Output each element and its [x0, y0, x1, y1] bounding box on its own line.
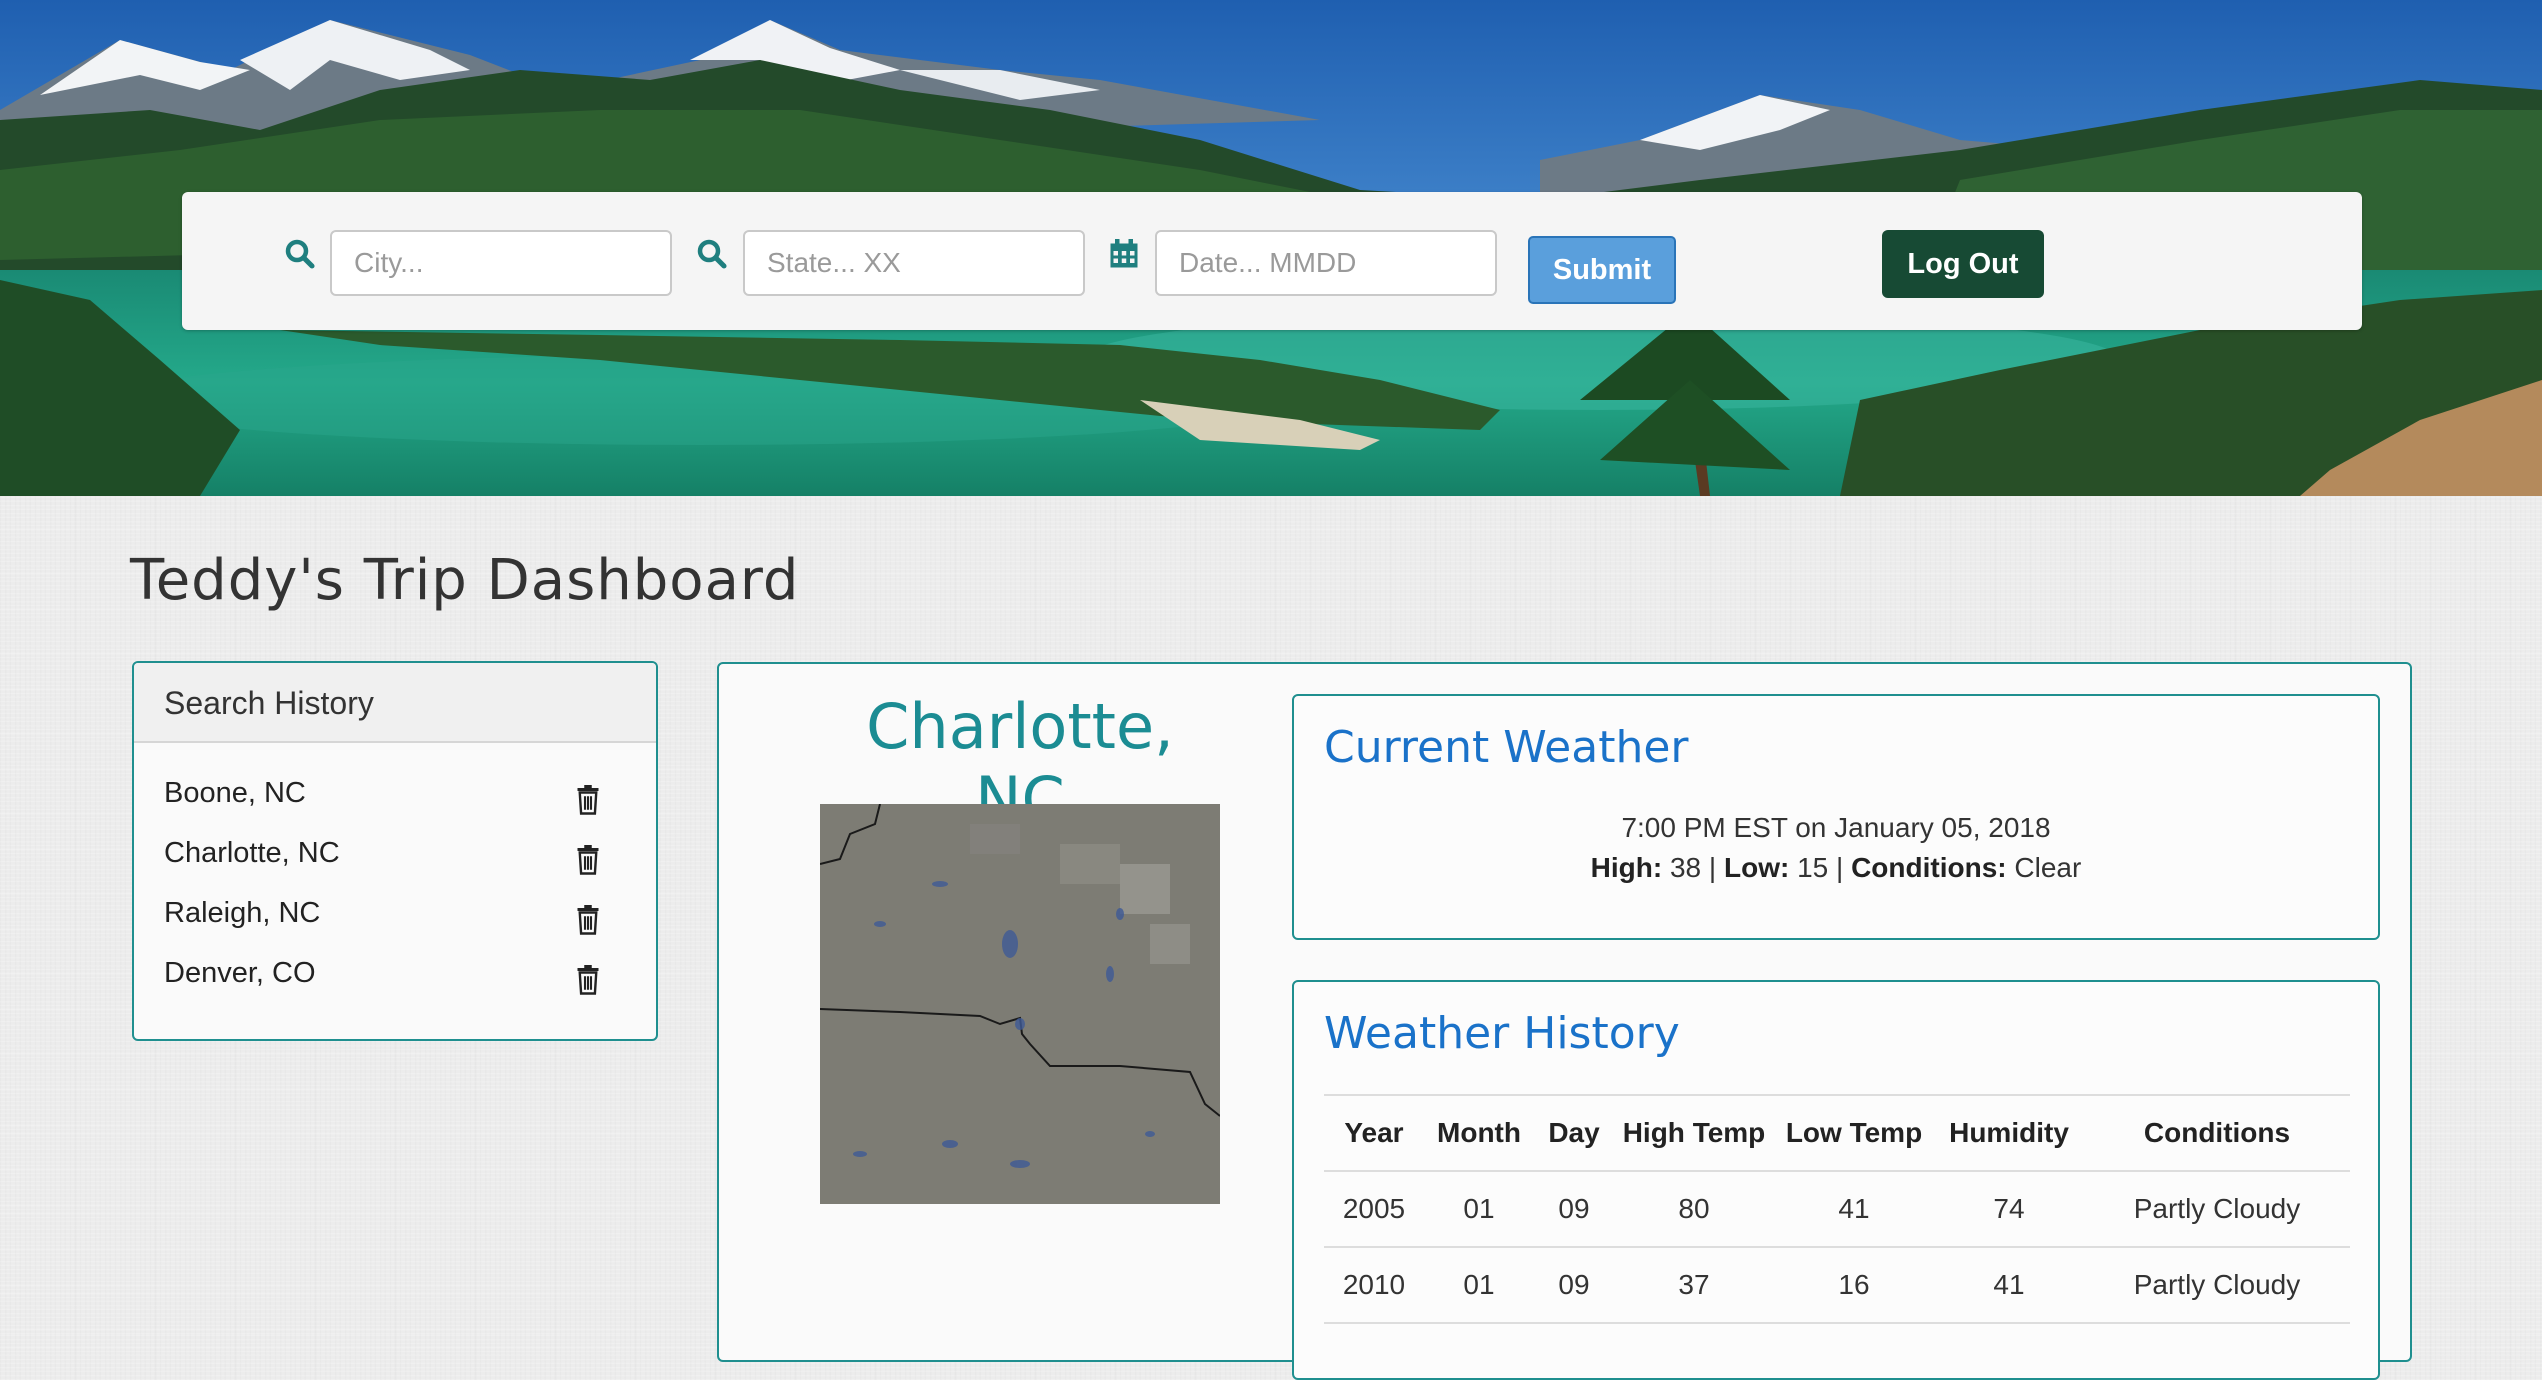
history-item-label[interactable]: Boone, NC [164, 777, 306, 810]
table-cell: 41 [1774, 1171, 1934, 1248]
table-cell: 01 [1424, 1247, 1534, 1324]
table-cell: 09 [1534, 1247, 1614, 1324]
current-weather-summary: High: 38 | Low: 15 | Conditions: Clear [1294, 852, 2378, 884]
search-icon [697, 239, 727, 269]
separator: | [1836, 852, 1844, 883]
history-item[interactable]: Boone, NC [164, 773, 624, 821]
column-header: Humidity [1934, 1094, 2084, 1172]
search-history-panel: Search History Boone, NC Charlotte, NC R… [132, 661, 658, 1041]
weather-history-table: Year Month Day High Temp Low Temp Humidi… [1324, 1094, 2350, 1324]
weather-history-title: Weather History [1324, 1008, 1680, 1059]
low-label: Low: [1723, 852, 1790, 883]
search-history-title: Search History [164, 685, 374, 721]
table-header-row: Year Month Day High Temp Low Temp Humidi… [1324, 1094, 2350, 1172]
table-cell: 80 [1614, 1171, 1774, 1248]
table-cell: 01 [1424, 1171, 1534, 1248]
date-input[interactable] [1155, 230, 1497, 296]
weather-history-card: Weather History Year Month Day High Temp… [1292, 980, 2380, 1380]
history-item[interactable]: Denver, CO [164, 953, 624, 1001]
current-weather-timestamp: 7:00 PM EST on January 05, 2018 [1621, 812, 2051, 843]
trash-icon[interactable] [576, 845, 600, 875]
history-item-label[interactable]: Raleigh, NC [164, 897, 320, 930]
column-header: Conditions [2084, 1094, 2350, 1172]
table-cell: 2005 [1324, 1171, 1424, 1248]
conditions-label: Conditions: [1851, 852, 2007, 883]
column-header: Year [1324, 1094, 1424, 1172]
table-cell: 74 [1934, 1171, 2084, 1248]
table-cell: 37 [1614, 1247, 1774, 1324]
hero-banner: Submit Log Out [0, 0, 2542, 496]
column-header: Low Temp [1774, 1094, 1934, 1172]
table-cell: 2010 [1324, 1247, 1424, 1324]
history-item[interactable]: Charlotte, NC [164, 833, 624, 881]
high-value: 38 [1669, 852, 1702, 883]
search-history-header: Search History [134, 663, 656, 743]
state-input[interactable] [743, 230, 1085, 296]
submit-button[interactable]: Submit [1528, 236, 1676, 304]
trash-icon[interactable] [576, 785, 600, 815]
column-header: High Temp [1614, 1094, 1774, 1172]
calendar-icon [1110, 239, 1138, 268]
table-row: 2010 01 09 37 16 41 Partly Cloudy [1324, 1247, 2350, 1324]
history-item-label[interactable]: Denver, CO [164, 957, 316, 990]
history-item[interactable]: Raleigh, NC [164, 893, 624, 941]
table-row: 2005 01 09 80 41 74 Partly Cloudy [1324, 1171, 2350, 1248]
city-input[interactable] [330, 230, 672, 296]
page-title: Teddy's Trip Dashboard [130, 548, 800, 613]
high-label: High: [1590, 852, 1663, 883]
current-weather-title: Current Weather [1324, 722, 1689, 773]
separator: | [1708, 852, 1717, 883]
low-value: 15 [1797, 852, 1829, 883]
search-icon [285, 239, 315, 269]
logout-button[interactable]: Log Out [1882, 230, 2044, 298]
table-cell: Partly Cloudy [2084, 1247, 2350, 1324]
history-item-label[interactable]: Charlotte, NC [164, 837, 340, 870]
column-header: Day [1534, 1094, 1614, 1172]
table-cell: 41 [1934, 1247, 2084, 1324]
trash-icon[interactable] [576, 965, 600, 995]
current-weather-card: Current Weather 7:00 PM EST on January 0… [1292, 694, 2380, 940]
table-cell: Partly Cloudy [2084, 1171, 2350, 1248]
trash-icon[interactable] [576, 905, 600, 935]
conditions-value: Clear [2014, 852, 2082, 883]
table-cell: 09 [1534, 1171, 1614, 1248]
search-bar: Submit Log Out [182, 192, 2362, 330]
radar-map [820, 804, 1220, 1204]
column-header: Month [1424, 1094, 1534, 1172]
table-cell: 16 [1774, 1247, 1934, 1324]
